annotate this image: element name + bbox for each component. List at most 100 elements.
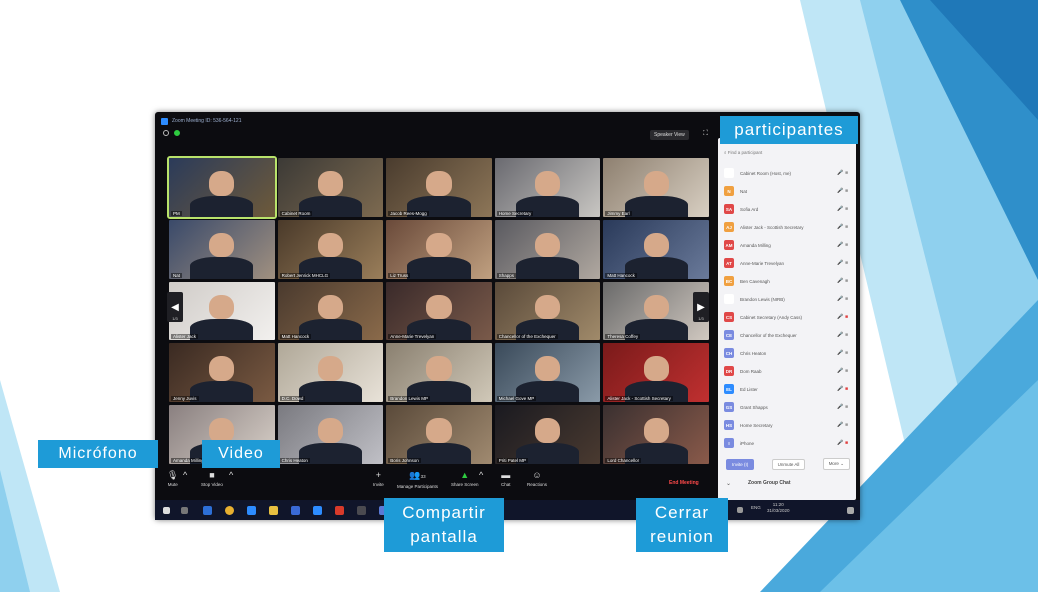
participant-row[interactable]: CS Cabinet Secretary (Andy Cass) 🎤 ■ — [724, 310, 852, 324]
participant-silhouette — [190, 195, 254, 217]
video-tile[interactable]: Boris Johnson — [386, 405, 492, 464]
mute-button[interactable]: 🎙 Mute — [167, 470, 178, 487]
share-screen-button[interactable]: ▲ Share Screen — [451, 470, 479, 487]
speaker-view-button[interactable]: Speaker View — [650, 130, 689, 140]
video-tile[interactable]: Home Secretary — [494, 158, 601, 217]
invite-button[interactable]: + Invite — [373, 470, 384, 487]
mic-video-status-icon[interactable]: 🎤 ■ — [824, 296, 848, 302]
mic-video-status-icon[interactable]: 🎤 ■ — [824, 188, 848, 194]
participant-silhouette — [515, 257, 580, 279]
mic-video-status-icon[interactable]: 🎤 ■ — [824, 206, 848, 212]
chat-button[interactable]: ▬ Chat — [501, 470, 511, 487]
audio-options-button[interactable]: ^ — [183, 470, 187, 480]
video-tile[interactable]: Brandon Lewis MP — [386, 343, 492, 403]
chrome-icon[interactable] — [225, 505, 234, 515]
task-view-icon[interactable] — [181, 506, 188, 514]
participant-name: Nat — [740, 188, 748, 194]
muted-mic-icon[interactable]: 🎤 ■ — [824, 440, 848, 446]
video-tile-name: Liz Truss — [388, 272, 411, 278]
video-tile[interactable]: Robert Jenrick MHCLG — [277, 219, 384, 279]
folder-icon[interactable] — [269, 505, 278, 515]
participant-search[interactable]: ⌕ Find a participant — [724, 150, 762, 155]
mic-video-status-icon[interactable]: 🎤 ■ — [824, 368, 848, 374]
participant-row[interactable]: EL Ed Lister 🎤 ■ — [724, 382, 852, 396]
participant-row[interactable]: IiPhone 🎤 ■ — [724, 436, 852, 450]
video-tile[interactable]: Alister Jack - Scottish Secretary — [603, 343, 709, 403]
unmute-all-button[interactable]: Unmute All — [771, 458, 806, 470]
video-tile[interactable]: PM — [167, 156, 277, 219]
invite-participants-button[interactable]: Invite (I) — [726, 458, 755, 470]
participant-row[interactable]: Brandon Lewis (NIRB) 🎤 ■ — [724, 292, 852, 306]
reactions-button[interactable]: ☺ Reactions — [527, 470, 547, 487]
system-tray-icon[interactable] — [737, 507, 743, 513]
video-tile[interactable]: Alister Jack — [169, 281, 275, 341]
participant-row[interactable]: BC Ben Cavenagh 🎤 ■ — [724, 274, 852, 288]
edge-icon[interactable] — [203, 505, 212, 515]
fullscreen-icon[interactable]: ⛶ — [703, 130, 708, 138]
participant-name: Ben Cavenagh — [740, 278, 770, 284]
video-tile[interactable]: Anne-Marie Trevelyan — [386, 281, 492, 341]
video-tile[interactable]: Matt Hancock — [603, 219, 709, 279]
video-tile[interactable]: Jimmy Earl — [603, 158, 709, 217]
video-tile[interactable]: Jenny Juvis — [169, 343, 275, 403]
mic-video-status-icon[interactable]: 🎤 ■ — [824, 224, 848, 230]
participant-silhouette — [298, 381, 363, 403]
collapse-chevron-icon[interactable]: ⌄ — [726, 480, 731, 487]
explorer-icon[interactable] — [247, 505, 256, 515]
muted-mic-icon[interactable]: 🎤 ■ — [824, 386, 848, 392]
mic-video-status-icon[interactable]: 🎤 ■ — [824, 350, 848, 356]
participant-row[interactable]: DR Dom Raab 🎤 ■ — [724, 364, 852, 378]
mail-icon[interactable] — [313, 505, 322, 515]
participant-row[interactable]: CE Chancellor of the Exchequer 🎤 ■ — [724, 328, 852, 342]
participant-row[interactable]: Cabinet Room (Host, me) 🎤 ■ — [724, 166, 852, 180]
participant-row[interactable]: CH Chris Heaton 🎤 ■ — [724, 346, 852, 360]
video-tile[interactable]: Liz Truss — [386, 219, 492, 279]
participant-row[interactable]: AJ Alister Jack - Scottish Secretary 🎤 ■ — [724, 220, 852, 234]
settings-icon[interactable] — [357, 505, 366, 515]
notifications-icon[interactable] — [847, 506, 854, 514]
video-options-button[interactable]: ^ — [229, 470, 233, 480]
manage-participants-button[interactable]: 👥33 Manage Participants — [397, 470, 438, 489]
video-tile[interactable]: Jacob Rees-Mogg — [386, 158, 492, 217]
participant-row[interactable]: AT Anne-Marie Trevelyan 🎤 ■ — [724, 256, 852, 270]
video-tile[interactable]: Nat — [169, 219, 275, 279]
mic-video-status-icon[interactable]: 🎤 ■ — [824, 278, 848, 284]
group-chat-header[interactable]: Zoom Group Chat — [748, 480, 791, 486]
end-meeting-button[interactable]: End Meeting — [669, 480, 699, 486]
mic-video-status-icon[interactable]: 🎤 ■ — [824, 422, 848, 428]
participant-face — [209, 294, 235, 320]
muted-mic-icon[interactable]: 🎤 ■ — [824, 314, 848, 320]
store-icon[interactable] — [291, 505, 300, 515]
video-tile[interactable]: Cabinet Room — [277, 158, 384, 217]
video-tile[interactable]: Chancellor of the Exchequer — [494, 281, 601, 341]
stop-video-button[interactable]: ■ Stop Video — [201, 470, 223, 487]
share-options-button[interactable]: ^ — [479, 470, 483, 480]
mic-video-status-icon[interactable]: 🎤 ■ — [824, 260, 848, 266]
powerpoint-icon[interactable] — [335, 505, 344, 515]
video-tile[interactable]: Shapps — [494, 219, 601, 279]
participant-face — [643, 232, 669, 258]
video-tile[interactable]: Chris Heaton — [277, 405, 384, 464]
participant-row[interactable]: AM Amanda Milling 🎤 ■ — [724, 238, 852, 252]
video-tile[interactable]: Lord Chancellor — [603, 405, 709, 464]
participant-row[interactable]: GS Grant Shapps 🎤 ■ — [724, 400, 852, 414]
windows-start-icon[interactable] — [163, 506, 170, 514]
mic-video-status-icon[interactable]: 🎤 ■ — [824, 332, 848, 338]
mic-video-status-icon[interactable]: 🎤 ■ — [824, 170, 848, 176]
video-tile-name: PM — [171, 210, 182, 216]
mic-video-status-icon[interactable]: 🎤 ■ — [824, 404, 848, 410]
next-page-button[interactable]: ▶ 1/3 — [693, 292, 709, 322]
participant-row[interactable]: N Nat 🎤 ■ — [724, 184, 852, 198]
video-tile[interactable]: Priti Patel MP — [494, 405, 601, 464]
video-tile-name: Jacob Rees-Mogg — [388, 210, 429, 216]
more-button[interactable]: More ⌄ — [822, 458, 850, 470]
participant-row[interactable]: HS Home Secretary 🎤 ■ — [724, 418, 852, 432]
video-tile[interactable]: Matt Hancock — [277, 281, 384, 341]
video-tile[interactable]: Michael Gove MP — [494, 343, 601, 403]
prev-page-button[interactable]: ◀ 1/3 — [167, 292, 183, 322]
video-tile[interactable]: D.C. Dowd — [277, 343, 384, 403]
info-icon[interactable] — [163, 130, 169, 136]
meeting-info-icons — [163, 130, 180, 136]
mic-video-status-icon[interactable]: 🎤 ■ — [824, 242, 848, 248]
participant-row[interactable]: SA Sofia Ard 🎤 ■ — [724, 202, 852, 216]
